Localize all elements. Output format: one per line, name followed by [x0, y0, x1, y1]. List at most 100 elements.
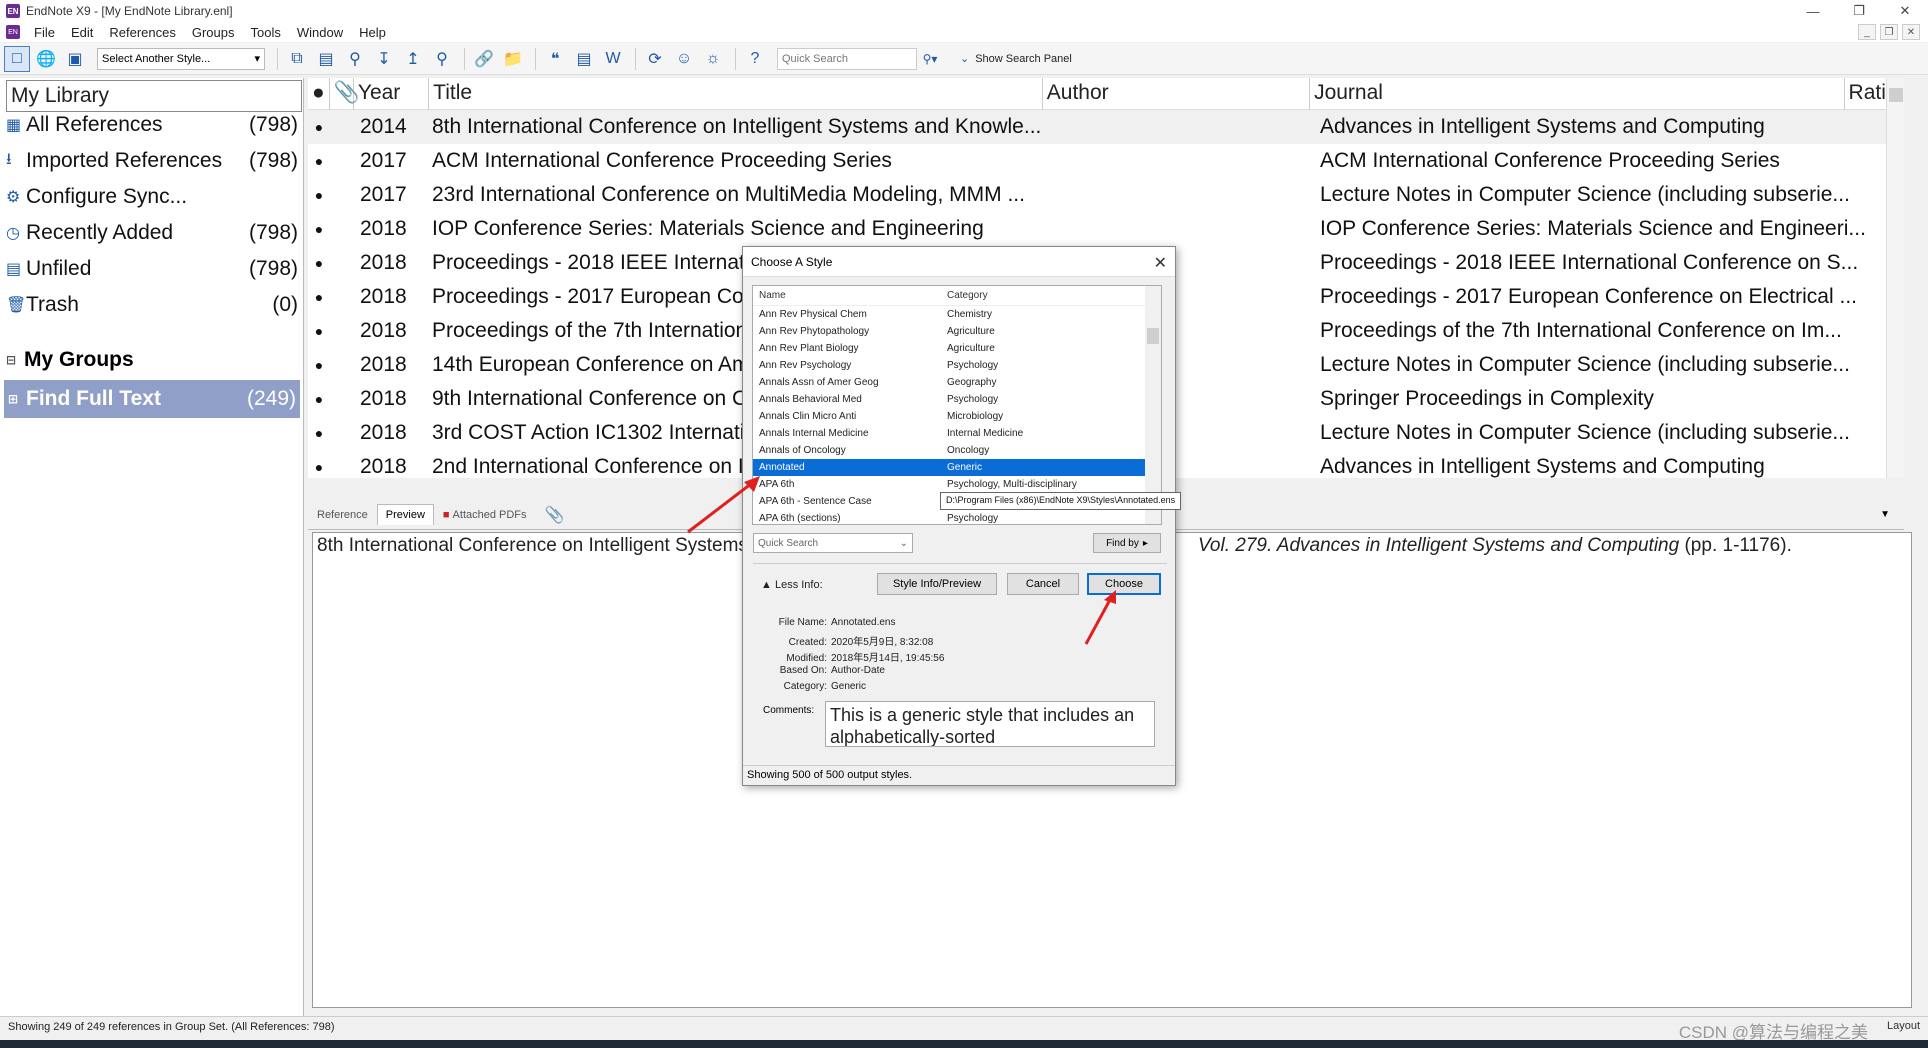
cancel-button[interactable]: Cancel: [1007, 573, 1079, 595]
modified-row: Modified: 2018年5月14日, 19:45:56: [786, 653, 945, 664]
style-list-item[interactable]: Annals of Oncology Oncology: [753, 442, 1161, 459]
group-item[interactable]: ⭳ Imported References (798): [6, 144, 298, 178]
word-icon[interactable]: W: [600, 46, 626, 72]
column-journal[interactable]: Journal: [1310, 78, 1845, 110]
paperclip-icon[interactable]: 📎: [536, 500, 574, 530]
style-list-scrollbar[interactable]: [1145, 286, 1161, 524]
annotation-arrow-icon: [687, 476, 760, 534]
tab-preview[interactable]: Preview: [376, 504, 434, 525]
doc-restore-icon[interactable]: ❐: [1880, 24, 1898, 40]
show-search-panel-button[interactable]: ⌄ Show Search Panel: [960, 52, 1072, 66]
style-list-item[interactable]: APA 6th (sections) Psychology: [753, 510, 1161, 524]
integrated-library-mode-icon[interactable]: ▣: [62, 46, 88, 72]
sync-icon[interactable]: ⟳: [642, 46, 668, 72]
style-list-item[interactable]: APA 6th Psychology, Multi-disciplinary: [753, 476, 1161, 493]
collapse-icon[interactable]: ⊟: [6, 353, 24, 367]
group-item[interactable]: 🗑 Trash (0): [6, 288, 298, 322]
style-info-preview-button[interactable]: Style Info/Preview: [877, 573, 997, 595]
menu-file[interactable]: File: [26, 25, 63, 40]
doc-minimize-icon[interactable]: _: [1858, 24, 1876, 40]
column-author[interactable]: Author: [1043, 78, 1311, 110]
column-year[interactable]: Year: [354, 78, 430, 110]
document-window-controls: _ ❐ ✕: [1858, 24, 1920, 40]
style-list-item[interactable]: Annals Assn of Amer Geog Geography: [753, 374, 1161, 391]
find-by-button[interactable]: Find by ▸: [1093, 533, 1161, 553]
style-list-item[interactable]: Ann Rev Psychology Psychology: [753, 357, 1161, 374]
group-item[interactable]: ⚙ Configure Sync...: [6, 180, 298, 214]
output-style-select[interactable]: Select Another Style... ▾: [97, 47, 265, 70]
style-list-item[interactable]: Ann Rev Physical Chem Chemistry: [753, 306, 1161, 323]
table-row[interactable]: ● 2017 ACM International Conference Proc…: [308, 144, 1904, 178]
table-row[interactable]: ● 2017 23rd International Conference on …: [308, 178, 1904, 212]
doc-close-icon[interactable]: ✕: [1902, 24, 1920, 40]
document-icon[interactable]: EN: [6, 25, 20, 39]
unfiled-icon: ▤: [6, 261, 22, 278]
comments-box[interactable]: This is a generic style that includes an…: [825, 701, 1155, 747]
unread-dot-icon: ●: [314, 425, 324, 441]
group-item[interactable]: ▤ Unfiled (798): [6, 252, 298, 286]
restore-icon[interactable]: ❐: [1836, 0, 1882, 22]
dialog-close-icon[interactable]: ✕: [1154, 253, 1167, 273]
menu-tools[interactable]: Tools: [242, 25, 288, 40]
unread-dot-icon: ●: [314, 119, 324, 135]
dialog-status: Showing 500 of 500 output styles.: [743, 765, 1175, 785]
format-bibliography-icon[interactable]: ▤: [571, 46, 597, 72]
my-groups-header[interactable]: ⊟ My Groups: [6, 348, 134, 372]
style-list-item[interactable]: Annals Internal Medicine Internal Medici…: [753, 425, 1161, 442]
import-icon[interactable]: ↧: [371, 46, 397, 72]
column-name[interactable]: Name: [753, 290, 947, 301]
online-search-mode-icon[interactable]: 🌐: [33, 46, 59, 72]
status-bar: Showing 249 of 249 references in Group S…: [0, 1016, 1928, 1038]
minimize-icon[interactable]: —: [1790, 0, 1836, 22]
group-item[interactable]: ◷ Recently Added (798): [6, 216, 298, 250]
find-full-text-group[interactable]: ⊞ Find Full Text (249): [4, 380, 300, 418]
style-list-item[interactable]: Ann Rev Plant Biology Agriculture: [753, 340, 1161, 357]
quick-search-input[interactable]: Quick Search: [777, 47, 917, 70]
find-full-text-icon[interactable]: ⚲: [429, 46, 455, 72]
style-list-item[interactable]: Annals Clin Micro Anti Microbiology: [753, 408, 1161, 425]
style-list-item[interactable]: Annotated Generic: [753, 459, 1161, 476]
column-title[interactable]: Title: [429, 78, 1043, 110]
attachment-column-icon[interactable]: 📎: [330, 78, 360, 110]
open-file-icon[interactable]: 📁: [500, 46, 526, 72]
local-library-mode-icon[interactable]: □: [4, 45, 30, 72]
copy-to-library-icon[interactable]: ⧉: [284, 46, 310, 72]
toolbar: □ 🌐 ▣ Select Another Style... ▾ ⧉ ▤ ⚲ ↧ …: [0, 43, 1928, 75]
share-icon[interactable]: ☺: [671, 46, 697, 72]
unread-dot-icon: ●: [314, 221, 324, 237]
menu-references[interactable]: References: [101, 25, 183, 40]
menu-edit[interactable]: Edit: [63, 25, 101, 40]
open-link-icon[interactable]: 🔗: [471, 46, 497, 72]
help-icon[interactable]: ?: [742, 46, 768, 72]
style-list-item[interactable]: Annals Behavioral Med Psychology: [753, 391, 1161, 408]
menu-bar: EN File Edit References Groups Tools Win…: [0, 22, 1928, 42]
group-item[interactable]: ▦ All References (798): [6, 108, 298, 142]
reference-list-scrollbar[interactable]: [1886, 78, 1904, 478]
tab-attached-pdfs[interactable]: ■ Attached PDFs: [434, 504, 536, 526]
layout-button[interactable]: Layout: [1887, 1020, 1920, 1032]
menu-window[interactable]: Window: [289, 25, 351, 40]
style-list-item[interactable]: Ann Rev Phytopathology Agriculture: [753, 323, 1161, 340]
online-search-icon[interactable]: ⚲: [342, 46, 368, 72]
column-category[interactable]: Category: [947, 290, 1137, 301]
menu-groups[interactable]: Groups: [184, 25, 243, 40]
table-row[interactable]: ● 2018 IOP Conference Series: Materials …: [308, 212, 1904, 246]
style-list-header: Name Category: [753, 286, 1161, 306]
dropdown-arrow-icon: ▾: [254, 53, 260, 65]
close-window-icon[interactable]: ✕: [1882, 0, 1928, 22]
read-status-column-icon[interactable]: ●: [308, 78, 330, 110]
insert-citation-icon[interactable]: ❝: [542, 46, 568, 72]
table-row[interactable]: ● 2014 8th International Conference on I…: [308, 110, 1904, 144]
less-info-toggle[interactable]: ▲ Less Info:: [761, 579, 823, 591]
manage-sharing-icon[interactable]: ☼: [700, 46, 726, 72]
menu-help[interactable]: Help: [351, 25, 394, 40]
export-icon[interactable]: ↥: [400, 46, 426, 72]
dialog-title: Choose A Style: [743, 247, 1175, 277]
style-quick-search[interactable]: Quick Search ⌄: [753, 533, 913, 553]
chevron-right-icon: ▸: [1142, 537, 1148, 549]
new-reference-icon[interactable]: ▤: [313, 46, 339, 72]
panel-menu-icon[interactable]: ▼: [1880, 509, 1890, 520]
search-icon[interactable]: ⚲▾: [917, 46, 943, 72]
expand-icon[interactable]: ⊞: [8, 392, 26, 406]
tab-reference[interactable]: Reference: [308, 504, 377, 526]
